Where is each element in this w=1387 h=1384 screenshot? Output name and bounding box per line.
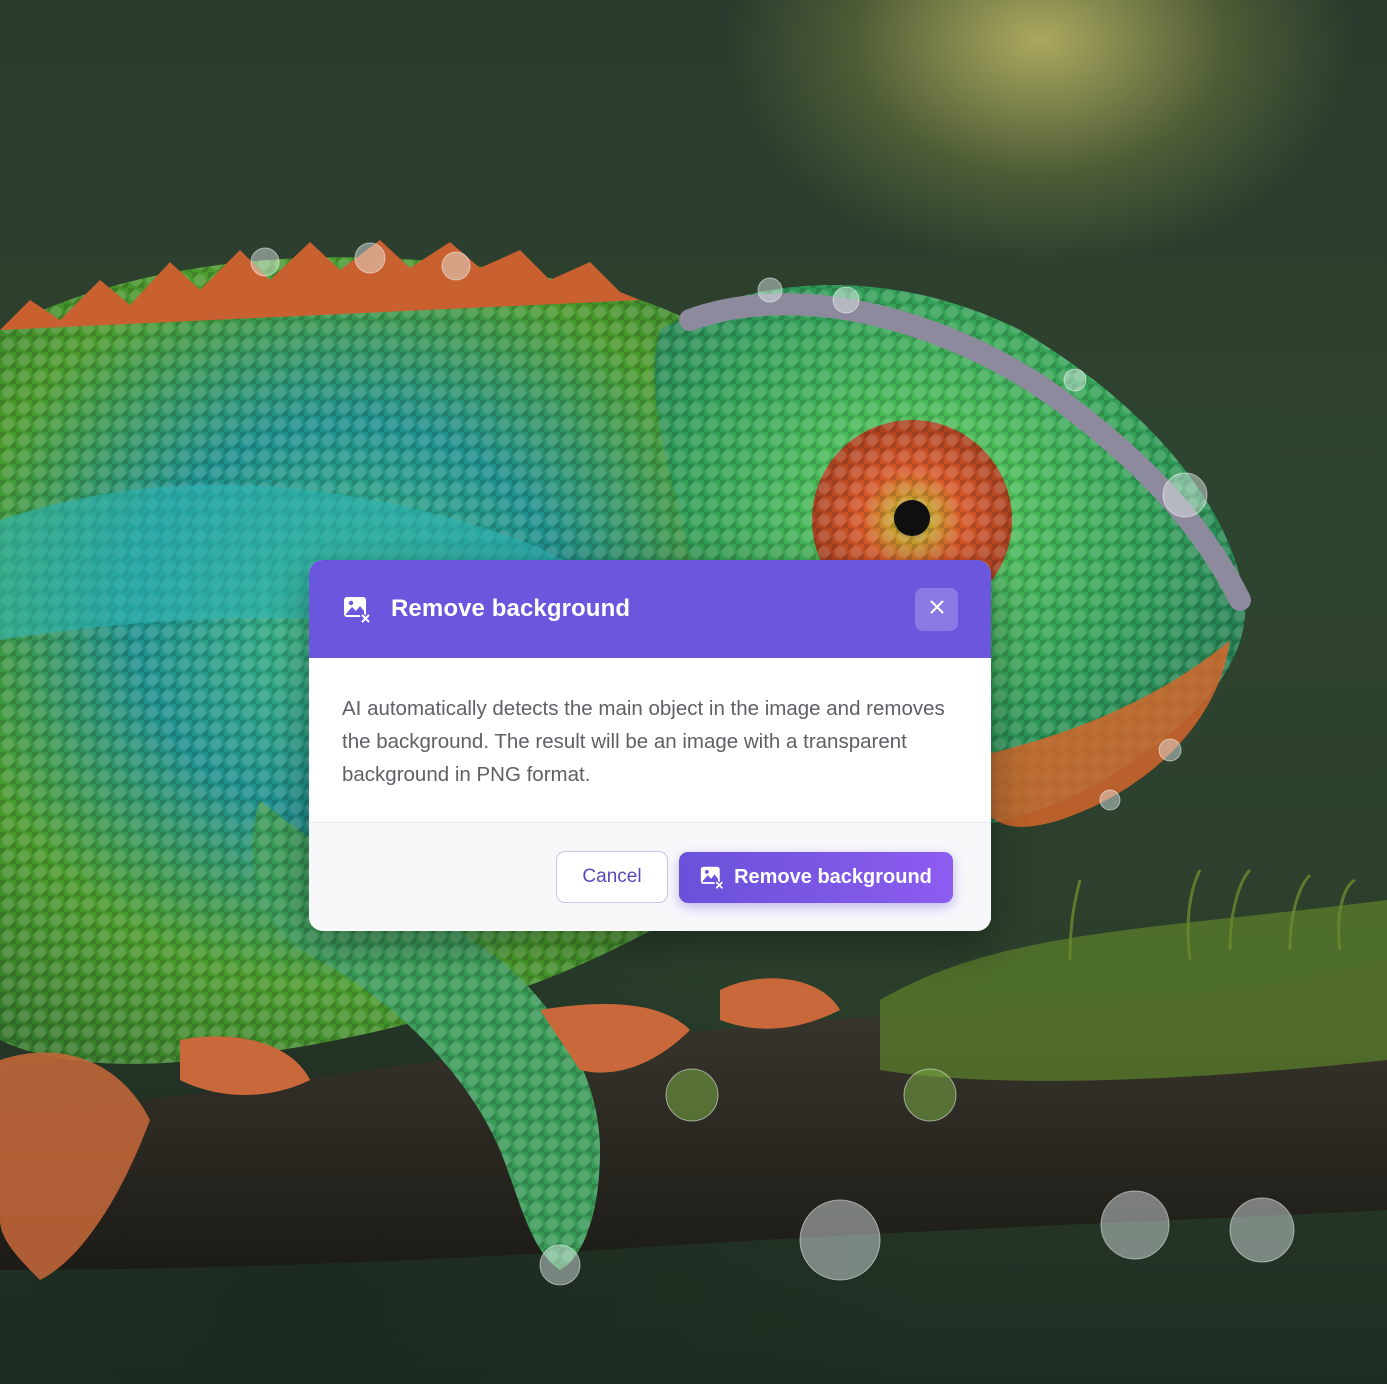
dialog-title: Remove background	[391, 595, 631, 622]
close-icon	[930, 600, 944, 619]
remove-background-icon	[343, 595, 372, 625]
cancel-button[interactable]: Cancel	[556, 851, 668, 903]
cancel-button-label: Cancel	[582, 866, 642, 887]
app-canvas: Remove background AI automatically detec…	[0, 0, 1387, 1384]
dialog-header: Remove background	[309, 560, 991, 658]
dialog-body: AI automatically detects the main object…	[309, 658, 991, 823]
remove-background-dialog: Remove background AI automatically detec…	[309, 560, 991, 931]
remove-background-icon	[700, 865, 725, 891]
remove-background-button[interactable]: Remove background	[679, 851, 953, 903]
remove-background-button-label: Remove background	[734, 865, 932, 888]
dialog-footer: Cancel Remove background	[309, 823, 991, 931]
close-button[interactable]	[915, 587, 958, 631]
dialog-description: AI automatically detects the main object…	[342, 697, 945, 786]
